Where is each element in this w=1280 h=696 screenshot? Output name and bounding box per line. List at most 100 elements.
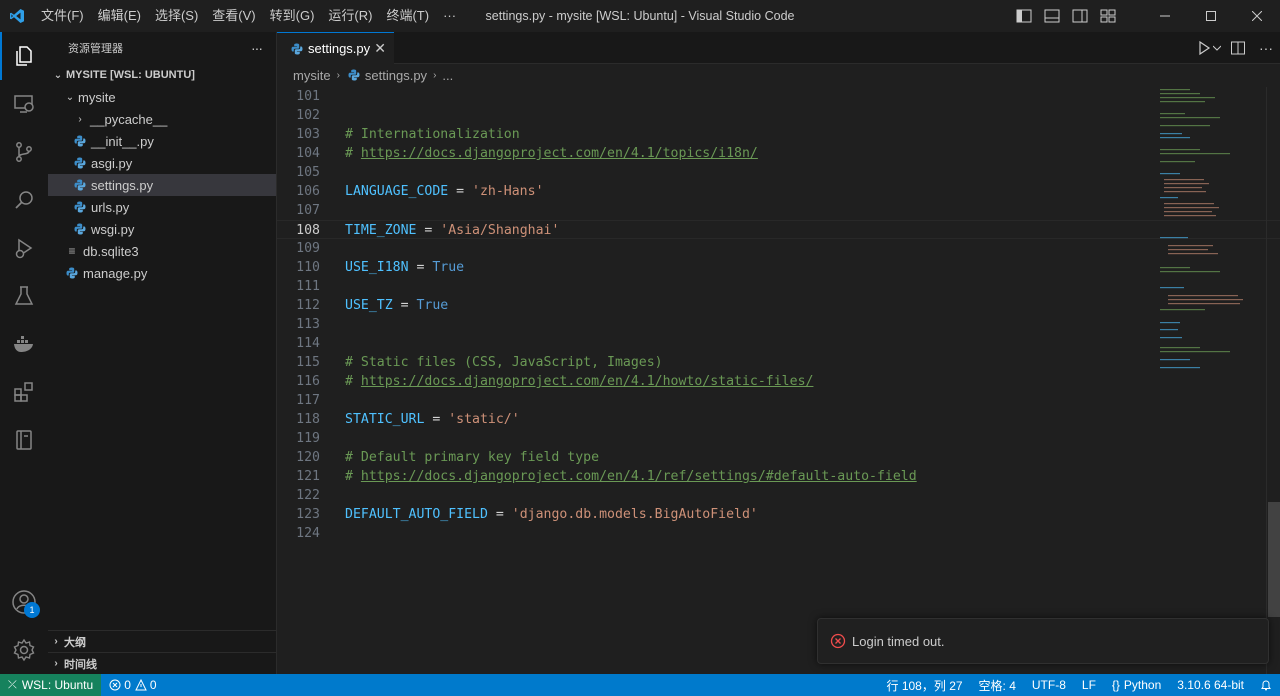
tree-file-selected[interactable]: settings.py: [48, 174, 276, 196]
file-label: wsgi.py: [91, 221, 135, 237]
tree-file[interactable]: ≡ db.sqlite3: [48, 240, 276, 262]
tab-settings-py[interactable]: settings.py ✕: [277, 32, 394, 64]
notebook-icon[interactable]: [0, 416, 48, 464]
manage-gear-icon[interactable]: [0, 626, 48, 674]
problems-indicator[interactable]: 0 0: [101, 674, 164, 696]
docker-icon[interactable]: [0, 320, 48, 368]
code-line[interactable]: 107: [277, 201, 1280, 220]
code-line[interactable]: 113: [277, 315, 1280, 334]
code-line[interactable]: 117: [277, 391, 1280, 410]
tree-file[interactable]: wsgi.py: [48, 218, 276, 240]
python-file-icon: [346, 67, 362, 83]
code-line[interactable]: 120 # Default primary key field type: [277, 448, 1280, 467]
search-icon[interactable]: [0, 176, 48, 224]
code-line[interactable]: 121 # https://docs.djangoproject.com/en/4…: [277, 467, 1280, 486]
line-number: 124: [296, 526, 320, 541]
file-label: settings.py: [91, 177, 154, 193]
breadcrumb-folder[interactable]: mysite: [293, 68, 331, 83]
accounts-icon[interactable]: 1: [0, 578, 48, 626]
toggle-primary-sidebar-icon[interactable]: [1010, 0, 1038, 32]
code-line[interactable]: 123 DEFAULT_AUTO_FIELD = 'django.db.model…: [277, 505, 1280, 524]
code-line[interactable]: 105: [277, 163, 1280, 182]
menu-selection[interactable]: 选择(S): [148, 0, 205, 32]
minimize-icon[interactable]: [1142, 0, 1188, 32]
menu-file[interactable]: 文件(F): [34, 0, 91, 32]
code-token: # Internationalization: [345, 127, 520, 142]
chevron-down-icon[interactable]: [1210, 45, 1224, 51]
testing-icon[interactable]: [0, 272, 48, 320]
notifications-bell-icon[interactable]: [1252, 674, 1280, 696]
code-line[interactable]: 103 # Internationalization: [277, 125, 1280, 144]
end-of-line[interactable]: LF: [1074, 674, 1104, 696]
remote-indicator[interactable]: ⤫ WSL: Ubuntu: [0, 674, 102, 696]
tree-file[interactable]: urls.py: [48, 196, 276, 218]
tree-file[interactable]: __init__.py: [48, 130, 276, 152]
tree-folder-mysite[interactable]: ⌄ mysite: [48, 86, 276, 108]
code-line[interactable]: 118 STATIC_URL = 'static/': [277, 410, 1280, 429]
tree-folder-pycache[interactable]: › __pycache__: [48, 108, 276, 130]
code-token: 'zh-Hans': [472, 184, 544, 199]
code-line[interactable]: 122: [277, 486, 1280, 505]
minimap[interactable]: [1156, 87, 1266, 377]
explorer-icon[interactable]: [0, 32, 48, 80]
notification-toast: Login timed out.: [817, 618, 1269, 664]
encoding[interactable]: UTF-8: [1024, 674, 1074, 696]
explorer-more-icon[interactable]: ···: [251, 40, 263, 56]
code-line[interactable]: 124: [277, 524, 1280, 543]
cursor-position[interactable]: 行 108，列 27: [879, 674, 971, 696]
line-number: 104: [296, 146, 320, 161]
code-line[interactable]: 106 LANGUAGE_CODE = 'zh-Hans': [277, 182, 1280, 201]
breadcrumb-file[interactable]: settings.py: [365, 68, 427, 83]
vertical-scrollbar[interactable]: [1266, 87, 1280, 674]
more-actions-icon[interactable]: ···: [1252, 40, 1280, 56]
outline-section[interactable]: › 大纲: [48, 630, 276, 652]
toggle-secondary-sidebar-icon[interactable]: [1066, 0, 1094, 32]
close-window-icon[interactable]: [1234, 0, 1280, 32]
menu-more[interactable]: ···: [436, 0, 463, 32]
remote-label: WSL: Ubuntu: [21, 678, 94, 692]
close-tab-icon[interactable]: ✕: [374, 40, 386, 57]
code-line[interactable]: 108 TIME_ZONE = 'Asia/Shanghai': [277, 220, 1280, 239]
extensions-icon[interactable]: [0, 368, 48, 416]
scrollbar-thumb[interactable]: [1268, 502, 1280, 617]
code-editor[interactable]: 101 102 103 # Internationalization 104 # http…: [277, 87, 1280, 674]
code-line[interactable]: 102: [277, 106, 1280, 125]
language-mode[interactable]: {} Python: [1104, 674, 1169, 696]
menu-view[interactable]: 查看(V): [205, 0, 262, 32]
file-label: manage.py: [83, 265, 148, 281]
code-line[interactable]: 109: [277, 239, 1280, 258]
indentation[interactable]: 空格: 4: [971, 674, 1024, 696]
source-control-icon[interactable]: [0, 128, 48, 176]
tree-file[interactable]: manage.py: [48, 262, 276, 284]
menu-terminal[interactable]: 终端(T): [379, 0, 436, 32]
line-number: 118: [296, 412, 320, 427]
split-editor-icon[interactable]: [1224, 40, 1252, 56]
code-line[interactable]: 104 # https://docs.djangoproject.com/en/4…: [277, 144, 1280, 163]
run-debug-icon[interactable]: [0, 224, 48, 272]
tree-file[interactable]: asgi.py: [48, 152, 276, 174]
workspace-folder[interactable]: ⌄ MYSITE [WSL: UBUNTU]: [48, 64, 276, 86]
title-bar: 文件(F) 编辑(E) 选择(S) 查看(V) 转到(G) 运行(R) 终端(T…: [0, 0, 1280, 32]
python-interpreter[interactable]: 3.10.6 64-bit: [1169, 674, 1252, 696]
menu-go[interactable]: 转到(G): [263, 0, 322, 32]
code-line[interactable]: 101: [277, 87, 1280, 106]
breadcrumb-symbol[interactable]: ...: [442, 68, 453, 83]
code-line[interactable]: 116 # https://docs.djangoproject.com/en/4…: [277, 372, 1280, 391]
code-line[interactable]: 112 USE_TZ = True: [277, 296, 1280, 315]
code-line[interactable]: 110 USE_I18N = True: [277, 258, 1280, 277]
code-line[interactable]: 119: [277, 429, 1280, 448]
vscode-logo-icon: [0, 0, 34, 32]
remote-explorer-icon[interactable]: [0, 80, 48, 128]
line-number: 120: [296, 450, 320, 465]
customize-layout-icon[interactable]: [1094, 0, 1122, 32]
code-token: #: [345, 374, 361, 389]
code-line[interactable]: 114: [277, 334, 1280, 353]
maximize-icon[interactable]: [1188, 0, 1234, 32]
timeline-section[interactable]: › 时间线: [48, 652, 276, 674]
code-line[interactable]: 111: [277, 277, 1280, 296]
menu-edit[interactable]: 编辑(E): [91, 0, 148, 32]
toggle-panel-icon[interactable]: [1038, 0, 1066, 32]
menu-run[interactable]: 运行(R): [321, 0, 379, 32]
code-line[interactable]: 115 # Static files (CSS, JavaScript, Imag…: [277, 353, 1280, 372]
